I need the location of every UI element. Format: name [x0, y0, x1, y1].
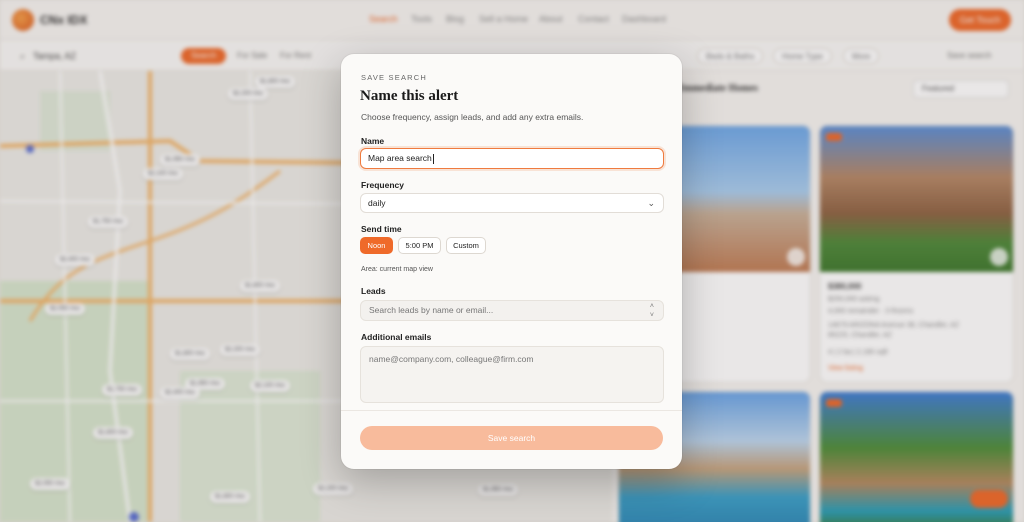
- modal-subtitle: Choose frequency, assign leads, and add …: [361, 112, 584, 122]
- leads-label: Leads: [361, 286, 386, 296]
- alert-name-input[interactable]: Map area search: [360, 148, 664, 169]
- frequency-value: daily: [368, 198, 386, 208]
- additional-emails-textarea[interactable]: name@company.com, colleague@firm.com: [360, 346, 664, 403]
- name-label: Name: [361, 136, 385, 146]
- modal-title: Name this alert: [360, 88, 459, 104]
- chevron-down-icon: ⌄: [647, 198, 655, 208]
- alert-name-value: Map area search: [368, 153, 432, 163]
- modal-eyebrow: SAVE SEARCH: [361, 73, 427, 82]
- emails-placeholder: name@company.com, colleague@firm.com: [369, 354, 534, 364]
- frequency-label: Frequency: [361, 180, 404, 190]
- emails-label: Additional emails: [361, 332, 432, 342]
- text-caret: [432, 153, 434, 164]
- leads-search-input[interactable]: Search leads by name or email... ˄ ˅: [360, 300, 664, 321]
- area-note: Area: current map view: [361, 266, 433, 273]
- send-time-label: Send time: [361, 224, 402, 234]
- send-time-custom[interactable]: Custom: [446, 237, 486, 254]
- save-search-modal: SAVE SEARCH Name this alert Choose frequ…: [341, 54, 682, 469]
- save-search-button[interactable]: Save search: [360, 426, 663, 450]
- send-time-noon[interactable]: Noon: [360, 237, 393, 254]
- chevron-updown-icon: ˄ ˅: [649, 303, 654, 319]
- frequency-select[interactable]: daily ⌄: [360, 193, 664, 213]
- send-time-5pm[interactable]: 5:00 PM: [398, 237, 441, 254]
- leads-placeholder: Search leads by name or email...: [369, 305, 494, 315]
- modal-divider: [341, 410, 682, 411]
